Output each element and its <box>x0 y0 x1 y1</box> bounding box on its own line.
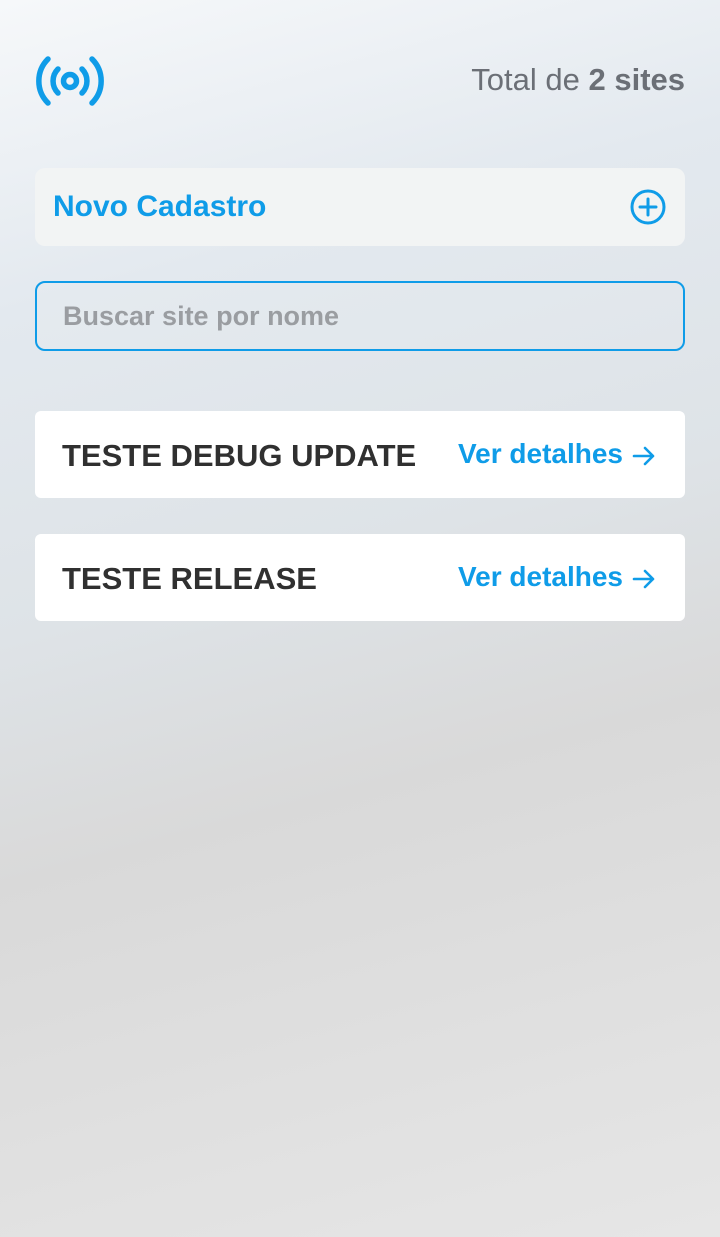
site-card: TESTE DEBUG UPDATE Ver detalhes <box>35 411 685 498</box>
site-name: TESTE RELEASE <box>62 561 317 596</box>
broadcast-signal-icon <box>36 56 104 106</box>
total-sites-count: Total de 2 sites <box>471 62 685 98</box>
header: Total de 2 sites <box>35 50 685 110</box>
total-value: 2 sites <box>588 62 685 97</box>
arrow-right-icon <box>632 569 655 588</box>
view-details-label: Ver detalhes <box>458 561 623 592</box>
site-card: TESTE RELEASE Ver detalhes <box>35 534 685 621</box>
search-input[interactable] <box>35 281 685 351</box>
new-registration-button[interactable]: Novo Cadastro <box>35 168 685 246</box>
site-name: TESTE DEBUG UPDATE <box>62 438 417 473</box>
view-details-link[interactable]: Ver detalhes <box>458 438 657 470</box>
view-details-link[interactable]: Ver detalhes <box>458 561 657 593</box>
total-prefix: Total de <box>471 62 580 97</box>
arrow-right-icon <box>632 446 655 465</box>
new-registration-label: Novo Cadastro <box>53 190 267 223</box>
view-details-label: Ver detalhes <box>458 438 623 469</box>
plus-circle-icon <box>630 189 666 225</box>
